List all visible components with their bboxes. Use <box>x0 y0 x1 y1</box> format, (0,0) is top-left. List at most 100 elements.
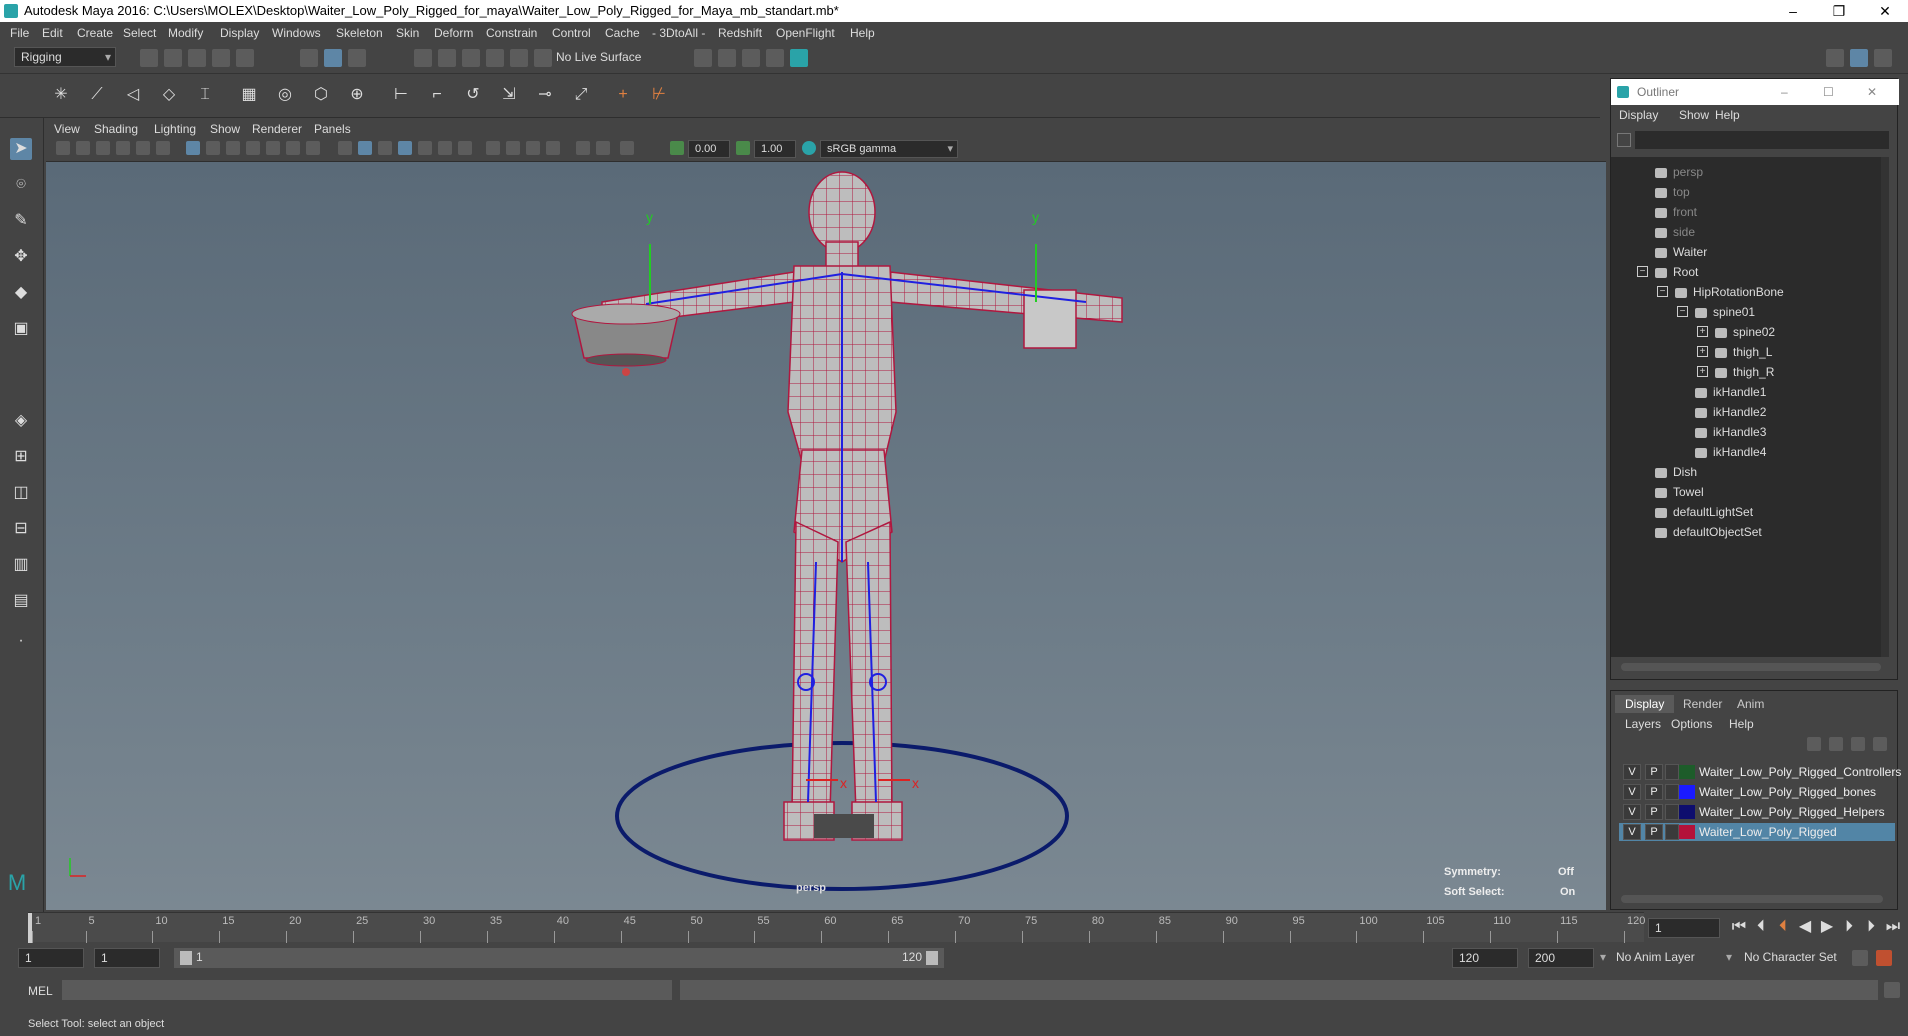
layer-playback-toggle[interactable]: P <box>1645 824 1663 840</box>
menu-3dtoall[interactable]: - 3DtoAll - <box>652 22 705 44</box>
outliner-persp-icon[interactable]: ▥ <box>10 554 32 576</box>
toggle-panel-icon[interactable] <box>1874 49 1892 67</box>
paint-weights-icon[interactable]: ◎ <box>274 84 296 106</box>
layout-icon[interactable] <box>1850 49 1868 67</box>
outliner-node[interactable]: thigh_L <box>1715 343 1772 361</box>
expand-icon[interactable]: + <box>1697 346 1708 357</box>
outliner-node[interactable]: top <box>1655 183 1690 201</box>
layer-type-toggle[interactable] <box>1665 804 1679 820</box>
select-component-icon[interactable] <box>348 49 366 67</box>
menu-control[interactable]: Control <box>552 22 591 44</box>
outliner-node[interactable]: thigh_R <box>1715 363 1774 381</box>
close-icon[interactable]: ✕ <box>1867 79 1877 105</box>
collapse-icon[interactable]: − <box>1637 266 1648 277</box>
image-plane-icon[interactable] <box>116 141 130 155</box>
undo-icon[interactable] <box>212 49 230 67</box>
layer-visibility-toggle[interactable]: V <box>1623 764 1641 780</box>
play-forward-icon[interactable]: ▶ <box>1816 916 1838 938</box>
anim-layer-dropdown[interactable]: No Anim Layer <box>1616 950 1695 964</box>
go-to-end-icon[interactable]: ⏭ <box>1882 916 1904 938</box>
two-view-stack-icon[interactable]: ⊟ <box>10 518 32 540</box>
display-layer-row[interactable]: V P Waiter_Low_Poly_Rigged <box>1619 823 1895 841</box>
ipr-render-icon[interactable] <box>742 49 760 67</box>
snap-vertex-icon[interactable] <box>534 49 552 67</box>
screen-space-icon[interactable] <box>620 141 634 155</box>
snap-point-icon[interactable] <box>462 49 480 67</box>
pole-vector-icon[interactable]: ⤢ <box>570 84 592 106</box>
menu-display[interactable]: Display <box>220 22 259 44</box>
range-handle-start[interactable] <box>180 951 192 965</box>
gate-mask-icon[interactable] <box>246 141 260 155</box>
snap-grid-icon[interactable] <box>414 49 432 67</box>
command-language-label[interactable]: MEL <box>28 984 53 998</box>
ik-handle-icon[interactable]: ⌶ <box>194 84 216 106</box>
move-layer-up-icon[interactable] <box>1807 737 1821 751</box>
restore-button[interactable]: ❐ <box>1816 0 1862 22</box>
select-object-icon[interactable] <box>324 49 342 67</box>
step-forward-icon[interactable]: ⏵ <box>1838 916 1860 938</box>
outliner-menu-show[interactable]: Show <box>1679 105 1709 125</box>
constraint-scale-icon[interactable]: ⇲ <box>498 84 520 106</box>
outliner-node[interactable]: ikHandle2 <box>1695 403 1766 421</box>
menu-cache[interactable]: Cache <box>605 22 640 44</box>
outliner-node[interactable]: side <box>1655 223 1695 241</box>
perspective-viewport[interactable]: y y x x persp Symmetry: Off Soft Select:… <box>46 162 1606 910</box>
layer-type-toggle[interactable] <box>1665 764 1679 780</box>
menu-skin[interactable]: Skin <box>396 22 419 44</box>
expand-icon[interactable]: + <box>1697 326 1708 337</box>
snap-curve-icon[interactable] <box>438 49 456 67</box>
panel-menu-shading[interactable]: Shading <box>94 120 138 138</box>
outliner-search-input[interactable] <box>1635 131 1889 149</box>
paint-select-icon[interactable]: ✎ <box>10 210 32 232</box>
two-view-side-icon[interactable]: ◫ <box>10 482 32 504</box>
color-management-icon[interactable] <box>802 141 816 155</box>
time-slider[interactable]: 1 5 10 15 20 25 30 35 40 45 50 55 60 65 70 75 80 85 90 95 10… <box>28 912 1645 943</box>
outliner-node[interactable]: ikHandle1 <box>1695 383 1766 401</box>
outliner-menu-display[interactable]: Display <box>1619 105 1658 125</box>
menu-create[interactable]: Create <box>77 22 113 44</box>
view-transform-dropdown[interactable]: sRGB gamma ▾ <box>820 140 958 158</box>
toolbox-more-icon[interactable]: · <box>10 630 32 652</box>
play-backward-icon[interactable]: ◀ <box>1794 916 1816 938</box>
layer-playback-toggle[interactable]: P <box>1645 764 1663 780</box>
playback-start-field[interactable]: 1 <box>94 948 160 968</box>
outliner-node[interactable]: HipRotationBone <box>1675 283 1784 301</box>
shadows-icon[interactable] <box>438 141 452 155</box>
film-gate-icon[interactable] <box>206 141 220 155</box>
outliner-node[interactable]: front <box>1655 203 1697 221</box>
maximize-icon[interactable]: ☐ <box>1823 79 1834 105</box>
outliner-node[interactable]: defaultLightSet <box>1655 503 1753 521</box>
menu-deform[interactable]: Deform <box>434 22 473 44</box>
dish-object[interactable] <box>571 303 681 376</box>
display-layer-row[interactable]: V P Waiter_Low_Poly_Rigged_Controllers <box>1619 763 1901 781</box>
constraint-parent-icon[interactable]: ⊢ <box>390 84 412 106</box>
layer-tab-anim[interactable]: Anim <box>1727 695 1774 713</box>
exposure-icon[interactable] <box>670 141 684 155</box>
gamma-icon[interactable] <box>736 141 750 155</box>
collapse-icon[interactable]: − <box>1657 286 1668 297</box>
layer-playback-toggle[interactable]: P <box>1645 784 1663 800</box>
menu-redshift[interactable]: Redshift <box>718 22 762 44</box>
bind-skin-icon[interactable]: ▦ <box>238 84 260 106</box>
outliner-node[interactable]: ikHandle4 <box>1695 443 1766 461</box>
constraint-aim-icon[interactable]: ⊸ <box>534 84 556 106</box>
lasso-tool-icon[interactable]: ⌾ <box>10 174 32 196</box>
range-handle-end[interactable] <box>926 951 938 965</box>
resolution-gate-icon[interactable] <box>226 141 240 155</box>
layer-color-swatch[interactable] <box>1679 765 1695 779</box>
display-layer-row[interactable]: V P Waiter_Low_Poly_Rigged_bones <box>1619 783 1895 801</box>
panel-menu-lighting[interactable]: Lighting <box>154 120 196 138</box>
ambient-occlusion-icon[interactable] <box>458 141 472 155</box>
xray-joints-icon[interactable] <box>526 141 540 155</box>
exposure-field[interactable]: 0.00 <box>688 140 730 158</box>
menu-skeleton[interactable]: Skeleton <box>336 22 383 44</box>
layer-playback-toggle[interactable]: P <box>1645 804 1663 820</box>
constraint-orient-icon[interactable]: ↺ <box>462 84 484 106</box>
outliner-node[interactable]: Dish <box>1655 463 1697 481</box>
open-scene-icon[interactable] <box>164 49 182 67</box>
outliner-node[interactable]: Waiter <box>1655 243 1707 261</box>
layer-menu-layers[interactable]: Layers <box>1625 717 1661 731</box>
grid-icon[interactable] <box>186 141 200 155</box>
snap-surface-icon[interactable] <box>510 49 528 67</box>
cluster-icon[interactable]: ⊕ <box>346 84 368 106</box>
